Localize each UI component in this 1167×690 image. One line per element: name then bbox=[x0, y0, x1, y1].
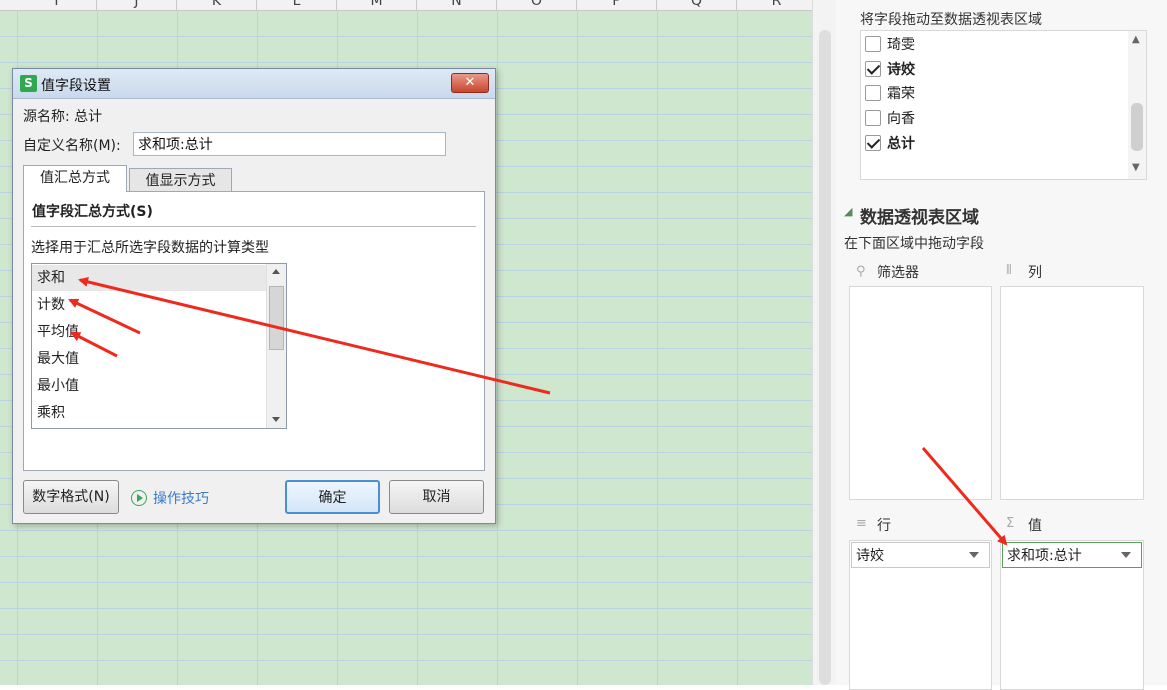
column-header[interactable]: P bbox=[577, 0, 657, 10]
values-area-label: 值 bbox=[1028, 518, 1042, 534]
values-drop-area[interactable]: 求和项:总计 bbox=[1000, 540, 1144, 690]
list-item[interactable]: 最大值 bbox=[32, 346, 266, 372]
rows-area-label: 行 bbox=[877, 518, 891, 534]
filter-icon: ⚲ bbox=[856, 264, 866, 279]
field-list: 琦雯 诗姣 霜荣 向香 总计 ▲ ▼ bbox=[860, 30, 1147, 180]
rows-field-label: 诗姣 bbox=[856, 548, 884, 564]
field-label: 向香 bbox=[887, 111, 915, 127]
panel-scrollbar-track[interactable] bbox=[812, 0, 836, 685]
sigma-icon: Σ bbox=[1006, 516, 1015, 531]
list-item[interactable]: 求和 bbox=[32, 265, 266, 291]
column-header[interactable]: N bbox=[417, 0, 497, 10]
number-format-button[interactable]: 数字格式(N) bbox=[23, 480, 119, 514]
field-label: 琦雯 bbox=[887, 37, 915, 53]
value-field-settings-dialog: S 值字段设置 ✕ 源名称: 总计 自定义名称(M): 值汇总方式 值显示方式 … bbox=[12, 68, 496, 524]
values-field-item[interactable]: 求和项:总计 bbox=[1002, 542, 1142, 568]
scroll-down-icon[interactable]: ▼ bbox=[1132, 162, 1140, 173]
list-scrollbar[interactable] bbox=[266, 264, 286, 428]
list-item[interactable]: 最小值 bbox=[32, 373, 266, 399]
field-list-scroll-thumb[interactable] bbox=[1131, 103, 1143, 151]
tab-show-values-as[interactable]: 值显示方式 bbox=[129, 168, 232, 193]
source-name-label: 源名称: 总计 bbox=[23, 109, 103, 125]
cancel-button[interactable]: 取消 bbox=[389, 480, 484, 514]
columns-drop-area[interactable] bbox=[1000, 286, 1144, 500]
scroll-up-icon[interactable]: ▲ bbox=[1132, 34, 1140, 45]
close-button[interactable]: ✕ bbox=[451, 73, 489, 93]
areas-title: 数据透视表区域 bbox=[860, 208, 979, 228]
field-label: 霜荣 bbox=[887, 86, 915, 102]
section-title: 值字段汇总方式(S) bbox=[32, 204, 153, 220]
column-header[interactable]: K bbox=[177, 0, 257, 10]
field-item[interactable]: 诗姣 bbox=[865, 58, 915, 80]
dropdown-arrow-icon[interactable] bbox=[1121, 552, 1131, 558]
list-prompt: 选择用于汇总所选字段数据的计算类型 bbox=[31, 240, 269, 256]
section-divider bbox=[31, 226, 476, 227]
column-header[interactable]: O bbox=[497, 0, 577, 10]
tips-link[interactable]: 操作技巧 bbox=[131, 488, 209, 508]
scroll-down-icon[interactable] bbox=[272, 417, 280, 422]
field-checkbox[interactable] bbox=[865, 85, 881, 101]
field-item[interactable]: 总计 bbox=[865, 132, 915, 154]
field-checkbox[interactable] bbox=[865, 110, 881, 126]
wps-app-icon: S bbox=[20, 75, 37, 92]
column-header[interactable]: L bbox=[257, 0, 337, 10]
rows-drop-area[interactable]: 诗姣 bbox=[849, 540, 992, 690]
custom-name-input[interactable] bbox=[133, 132, 446, 156]
list-scroll-thumb[interactable] bbox=[269, 286, 284, 350]
column-header-row: I J K L M N O P Q R bbox=[0, 0, 812, 11]
field-item[interactable]: 琦雯 bbox=[865, 33, 915, 55]
list-item[interactable]: 乘积 bbox=[32, 400, 266, 426]
dialog-titlebar[interactable]: S 值字段设置 ✕ bbox=[13, 69, 495, 99]
column-header[interactable]: I bbox=[17, 0, 97, 10]
close-icon: ✕ bbox=[464, 75, 476, 90]
columns-icon: ⦀ bbox=[1006, 263, 1012, 278]
summarize-tab-page: 值字段汇总方式(S) 选择用于汇总所选字段数据的计算类型 求和 计数 平均值 最… bbox=[23, 191, 485, 471]
list-item[interactable]: 平均值 bbox=[32, 319, 266, 345]
field-item[interactable]: 霜荣 bbox=[865, 82, 915, 104]
scroll-up-icon[interactable] bbox=[272, 269, 280, 274]
tab-summarize-by[interactable]: 值汇总方式 bbox=[23, 165, 127, 192]
column-header[interactable]: M bbox=[337, 0, 417, 10]
field-label: 总计 bbox=[887, 136, 915, 152]
field-checkbox-checked[interactable] bbox=[865, 61, 881, 77]
panel-scrollbar-thumb[interactable] bbox=[819, 30, 831, 685]
filter-drop-area[interactable] bbox=[849, 286, 992, 500]
column-header[interactable]: J bbox=[97, 0, 177, 10]
field-checkbox-checked[interactable] bbox=[865, 135, 881, 151]
ok-button[interactable]: 确定 bbox=[285, 480, 380, 514]
areas-hint: 在下面区域中拖动字段 bbox=[844, 236, 984, 252]
values-field-label: 求和项:总计 bbox=[1007, 548, 1082, 564]
dropdown-arrow-icon[interactable] bbox=[969, 552, 979, 558]
play-circle-icon bbox=[131, 490, 147, 506]
calculation-type-list[interactable]: 求和 计数 平均值 最大值 最小值 乘积 bbox=[31, 263, 287, 429]
field-label: 诗姣 bbox=[887, 62, 915, 78]
custom-name-label: 自定义名称(M): bbox=[23, 138, 121, 154]
pivot-field-panel: 将字段拖动至数据透视表区域 琦雯 诗姣 霜荣 向香 总计 ▲ ▼ ◢ 数据透视表… bbox=[836, 0, 1167, 690]
filter-area-label: 筛选器 bbox=[877, 265, 919, 281]
drag-hint: 将字段拖动至数据透视表区域 bbox=[860, 12, 1042, 28]
field-checkbox[interactable] bbox=[865, 36, 881, 52]
column-header[interactable]: Q bbox=[657, 0, 737, 10]
list-item[interactable]: 计数 bbox=[32, 292, 266, 318]
dialog-title: 值字段设置 bbox=[41, 78, 111, 94]
field-item[interactable]: 向香 bbox=[865, 107, 915, 129]
columns-area-label: 列 bbox=[1028, 265, 1042, 281]
collapse-triangle-icon[interactable]: ◢ bbox=[844, 205, 852, 218]
column-header[interactable]: R bbox=[737, 0, 812, 10]
field-list-scrollbar[interactable]: ▲ ▼ bbox=[1128, 31, 1146, 179]
tips-link-label: 操作技巧 bbox=[153, 491, 209, 507]
rows-field-item[interactable]: 诗姣 bbox=[851, 542, 990, 568]
rows-icon: ≡ bbox=[856, 516, 867, 531]
